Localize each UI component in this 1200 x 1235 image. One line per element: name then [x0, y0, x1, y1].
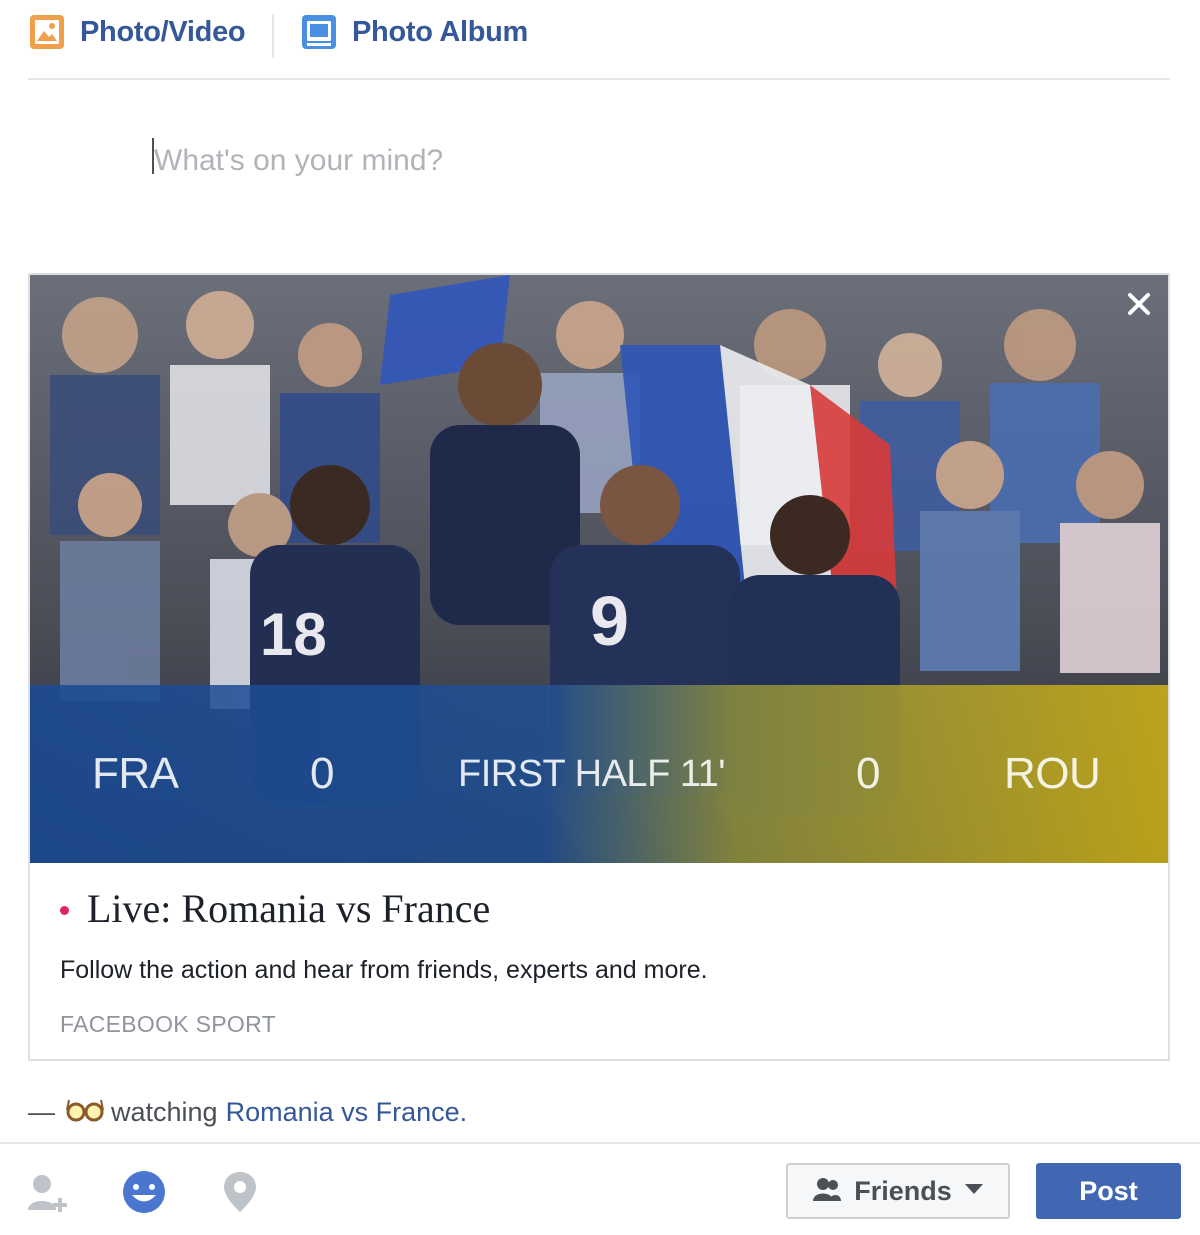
tab-photo-album-label: Photo Album — [352, 15, 529, 48]
activity-verb: watching — [111, 1096, 218, 1127]
activity-line: — watching Romania vs France. — [28, 1094, 467, 1130]
tag-friends-icon[interactable] — [24, 1168, 72, 1216]
album-icon — [300, 13, 338, 51]
card-source: FACEBOOK SPORT — [60, 1011, 276, 1037]
feeling-icon[interactable] — [120, 1168, 168, 1216]
composer-tabs: Photo/Video Photo Album — [28, 0, 1170, 80]
live-event-card[interactable]: 18 9 FRA 0 FIRST HALF 11' 0 ROU Live: Ro… — [28, 273, 1170, 1061]
card-title-text: Live: Romania vs France — [87, 886, 491, 931]
tab-photo-album[interactable]: Photo Album — [300, 10, 528, 54]
tab-photo-video-label: Photo/Video — [80, 15, 246, 48]
scoreboard: FRA 0 FIRST HALF 11' 0 ROU — [30, 685, 1168, 863]
live-dot-icon — [60, 906, 69, 915]
svg-text:18: 18 — [260, 601, 327, 668]
text-caret — [152, 138, 154, 174]
glasses-icon — [63, 1094, 107, 1131]
toolbar-divider — [0, 1142, 1200, 1144]
tab-photo-video[interactable]: Photo/Video — [28, 10, 246, 54]
post-button[interactable]: Post — [1036, 1163, 1181, 1219]
photo-icon — [28, 13, 66, 51]
tab-separator — [272, 14, 274, 58]
away-score: 0 — [856, 749, 880, 798]
home-team: FRA — [92, 749, 179, 798]
svg-text:9: 9 — [590, 582, 629, 660]
audience-label: Friends — [854, 1175, 952, 1206]
card-body: Live: Romania vs France Follow the actio… — [30, 863, 1168, 1059]
match-photo: 18 9 FRA 0 FIRST HALF 11' 0 ROU — [30, 275, 1168, 863]
away-team: ROU — [1004, 749, 1101, 798]
close-icon[interactable] — [1124, 289, 1154, 319]
friends-icon — [812, 1176, 842, 1207]
status-input[interactable] — [152, 130, 1056, 192]
card-title[interactable]: Live: Romania vs France — [60, 885, 490, 932]
activity-dash: — — [28, 1096, 55, 1127]
chevron-down-icon — [964, 1182, 984, 1201]
card-description: Follow the action and hear from friends,… — [60, 956, 708, 984]
match-period: FIRST HALF 11' — [458, 753, 726, 795]
home-score: 0 — [310, 749, 334, 798]
activity-target-link[interactable]: Romania vs France. — [226, 1097, 468, 1128]
location-icon[interactable] — [216, 1168, 264, 1216]
audience-selector[interactable]: Friends — [786, 1163, 1010, 1219]
